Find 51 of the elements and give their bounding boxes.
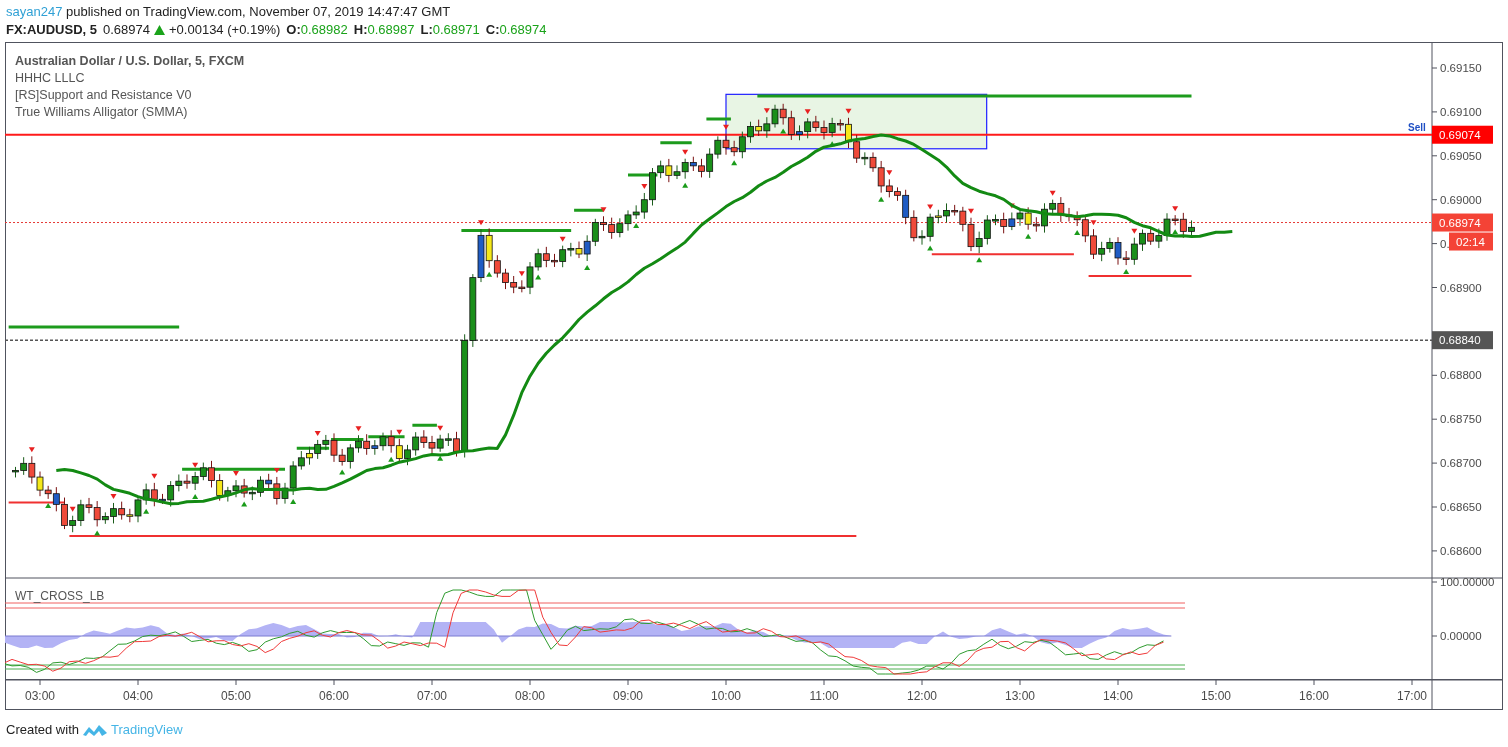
brand-link[interactable]: TradingView: [111, 720, 183, 740]
price-tick-label: 0.68900: [1440, 281, 1482, 294]
ohlc-value: L:0.68971: [420, 21, 480, 39]
price-tick-label: 0.69150: [1440, 62, 1482, 74]
price-tag: 0.68840: [1432, 331, 1493, 350]
symbol-name: FX:AUDUSD, 5: [6, 21, 97, 39]
publish-info: published on TradingView.com, November 07, 2019 14:47:47 GMT: [66, 4, 451, 19]
price-tick-label: 0.68750: [1440, 413, 1482, 426]
time-tick-label: 12:00: [907, 689, 937, 703]
ohlc-value: H:0.68987: [353, 21, 415, 39]
time-tick-label: 08:00: [515, 689, 545, 703]
legend-text: HHHC LLLC: [15, 71, 85, 85]
price-tick-label: 0.: [1440, 237, 1450, 250]
countdown-tag: 02:14: [1449, 232, 1493, 251]
price-tick-label: 0.68700: [1440, 457, 1482, 470]
price-change: +0.00134 (+0.19%): [169, 21, 281, 39]
time-tick-label: 16:00: [1299, 689, 1329, 703]
time-tick-label: 04:00: [123, 689, 153, 703]
price-tick-label: 0.68600: [1440, 544, 1482, 557]
last-price: 0.68974: [103, 21, 150, 39]
price-tag: 0.69074: [1432, 125, 1493, 144]
price-tick-label: 0.68650: [1440, 501, 1482, 513]
price-tick-label: 0.69000: [1440, 193, 1482, 206]
time-tick-label: 07:00: [417, 689, 447, 703]
price-tick-label: 0.69050: [1440, 149, 1482, 162]
time-tick-label: 17:00: [1397, 689, 1427, 703]
price-tag: 0.68974: [1432, 213, 1493, 232]
price-tick-label: 0.68800: [1440, 369, 1482, 382]
time-tick-label: 05:00: [221, 689, 251, 703]
author-link[interactable]: sayan247: [6, 4, 63, 19]
time-tick-label: 14:00: [1103, 689, 1133, 703]
price-tick-label: 0.69100: [1440, 105, 1482, 118]
up-triangle-icon: [154, 25, 165, 35]
time-tick-label: 15:00: [1201, 689, 1231, 703]
ohlc-value: O:0.68982: [286, 21, 348, 39]
legend-text: True Williams Alligator (SMMA): [15, 105, 188, 119]
time-tick-label: 06:00: [319, 689, 349, 703]
ohlc-value: C:0.68974: [485, 21, 547, 39]
sell-marker: Sell: [1408, 121, 1426, 133]
time-tick-label: 03:00: [25, 689, 55, 703]
time-tick-label: 13:00: [1005, 689, 1035, 703]
indicator-title: WT_CROSS_LB: [15, 589, 105, 603]
logo-icon: [82, 722, 108, 737]
legend-text: Australian Dollar / U.S. Dollar, 5, FXCM: [15, 54, 245, 68]
footer-text: Created with: [6, 721, 79, 739]
legend-text: [RS]Support and Resistance V0: [15, 88, 192, 102]
oscillator-tick-label: 0.00000: [1440, 630, 1482, 642]
time-tick-label: 10:00: [711, 689, 741, 703]
oscillator-tick-label: 100.00000: [1440, 576, 1495, 588]
time-tick-label: 11:00: [809, 689, 839, 703]
time-tick-label: 09:00: [613, 689, 643, 703]
